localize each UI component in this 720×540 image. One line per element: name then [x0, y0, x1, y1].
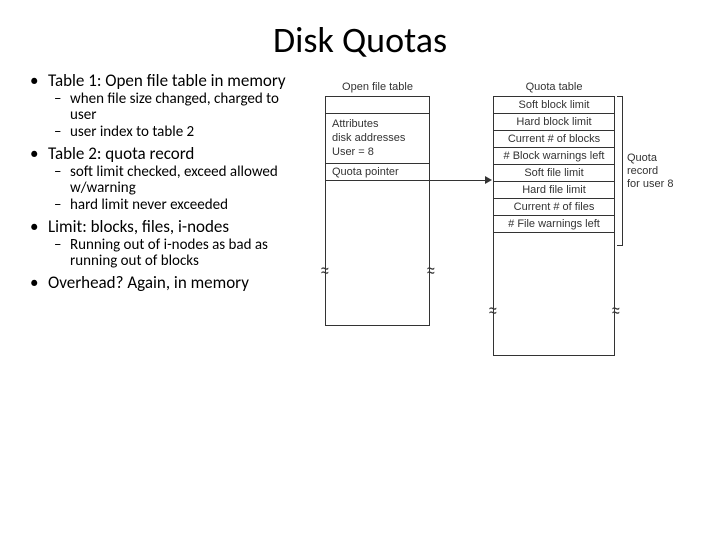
open-file-table: Open file table Attributes disk addresse…: [325, 96, 430, 326]
slide-content: Table 1: Open file table in memory when …: [0, 72, 720, 295]
bracket-label-1: Quota: [627, 152, 673, 165]
attr-line-2: disk addresses: [332, 132, 423, 146]
slide-title: Disk Quotas: [0, 0, 720, 72]
bracket-icon: [617, 96, 623, 246]
quota-row-3: Current # of blocks: [494, 130, 614, 147]
quota-row-4: # Block warnings left: [494, 147, 614, 164]
attr-line-1: Attributes: [332, 118, 423, 132]
quota-row-1: Soft block limit: [494, 97, 614, 113]
diagram: Open file table Attributes disk addresse…: [315, 72, 700, 295]
bullet-1-1: when file size changed, charged to user: [48, 92, 305, 124]
bullet-2-1: soft limit checked, exceed allowed w/war…: [48, 165, 305, 197]
arrow-line: [430, 180, 487, 181]
bullet-3: Limit: blocks, files, i-nodes Running ou…: [30, 218, 305, 269]
ellipsis-right-2: ≈: [612, 299, 620, 321]
open-file-attrs: Attributes disk addresses User = 8: [326, 113, 429, 163]
bullet-3-1: Running out of i-nodes as bad as running…: [48, 238, 305, 270]
bracket-label-3: for user 8: [627, 178, 673, 191]
quota-table-title: Quota table: [494, 81, 614, 93]
quota-row-2: Hard block limit: [494, 113, 614, 130]
bracket-label: Quota record for user 8: [627, 152, 673, 192]
arrow-head-icon: [485, 176, 492, 184]
open-file-table-title: Open file table: [326, 81, 429, 93]
bracket-label-2: record: [627, 165, 673, 178]
ellipsis-right-1: ≈: [489, 299, 497, 321]
bullet-1: Table 1: Open file table in memory when …: [30, 72, 305, 141]
ellipsis-left-1: ≈: [321, 259, 329, 281]
bullet-4-text: Overhead? Again, in memory: [48, 272, 249, 293]
bullet-2: Table 2: quota record soft limit checked…: [30, 145, 305, 214]
bullet-1-text: Table 1: Open file table in memory: [48, 70, 286, 91]
quota-row-7: Current # of files: [494, 198, 614, 215]
bullet-2-text: Table 2: quota record: [48, 143, 194, 164]
bullet-4: Overhead? Again, in memory: [30, 274, 305, 292]
bullet-3-text: Limit: blocks, files, i-nodes: [48, 216, 229, 237]
attr-line-3: User = 8: [332, 146, 423, 160]
bullet-1-2: user index to table 2: [48, 125, 305, 141]
quota-row-5: Soft file limit: [494, 164, 614, 181]
ellipsis-left-2: ≈: [427, 259, 435, 281]
bullet-column: Table 1: Open file table in memory when …: [30, 72, 305, 295]
quota-table: Quota table Soft block limit Hard block …: [493, 96, 615, 356]
quota-row-8: # File warnings left: [494, 215, 614, 233]
quota-pointer-row: Quota pointer: [326, 164, 429, 181]
quota-row-6: Hard file limit: [494, 181, 614, 198]
bullet-2-2: hard limit never exceeded: [48, 198, 305, 214]
